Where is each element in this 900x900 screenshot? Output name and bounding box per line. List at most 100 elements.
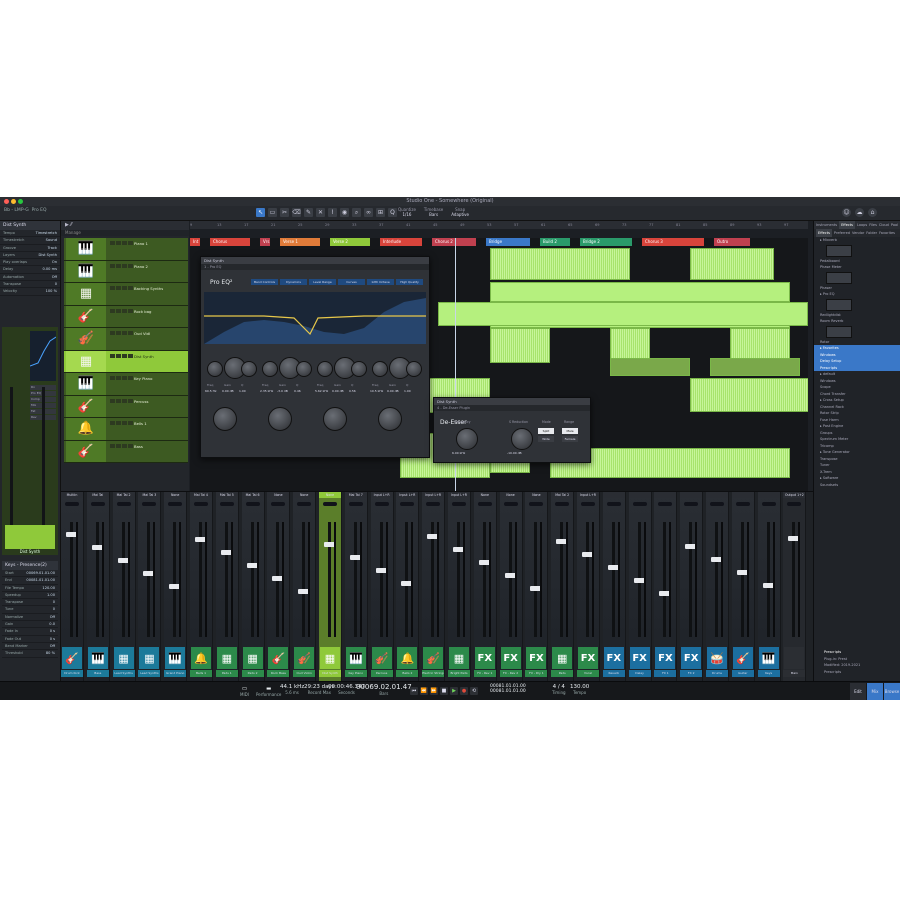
event-row[interactable]: Transpose 0: [2, 599, 58, 607]
strip-input-name[interactable]: Input L+R: [577, 492, 599, 498]
inspector-row[interactable]: Transpose 0: [0, 281, 60, 289]
strip-pan-knob[interactable]: [348, 502, 363, 506]
pro-eq-knob[interactable]: [351, 361, 367, 377]
arranger-section[interactable]: Int 1: [190, 238, 200, 246]
arranger-section[interactable]: Verse 2: [330, 238, 370, 246]
mixer-channel-strip[interactable]: None ▦ Dist Synth: [319, 492, 342, 682]
mixer-channel-strip[interactable]: Input L+R ▦ Bright Pads: [448, 492, 471, 682]
strip-input-name[interactable]: Output 1+2: [783, 492, 806, 498]
record-button[interactable]: [122, 353, 127, 358]
pro-eq-knob[interactable]: [372, 361, 388, 377]
strip-channel-name[interactable]: Dist Synth: [319, 670, 341, 677]
strip-pan-knob[interactable]: [529, 502, 544, 506]
solo-button[interactable]: [116, 443, 121, 448]
zoom-icon[interactable]: ⌕: [352, 208, 361, 217]
inspector-row[interactable]: Groove Track: [0, 245, 60, 252]
snap-icon[interactable]: ⊞: [376, 208, 385, 217]
mixer-channel-strip[interactable]: 🥁 Drums: [706, 492, 729, 682]
strip-input-name[interactable]: [654, 492, 677, 498]
channel-instrument-icon[interactable]: [5, 525, 55, 549]
record-button[interactable]: [122, 263, 127, 268]
strip-channel-name[interactable]: Reverb: [602, 670, 625, 677]
strip-pan-knob[interactable]: [168, 502, 183, 506]
strip-input-name[interactable]: None: [525, 492, 548, 498]
arranger-section[interactable]: Chorus 3: [642, 238, 704, 246]
strip-input-name[interactable]: Mai Tai 2: [112, 492, 135, 498]
strip-input-name[interactable]: Input L+R: [370, 492, 393, 498]
monitor-button[interactable]: [128, 286, 133, 290]
browser-tab-loops[interactable]: Loops: [857, 221, 867, 229]
event-row[interactable]: Start 00069.01.01.00: [2, 570, 58, 578]
strip-pan-knob[interactable]: [581, 502, 595, 506]
monitor-button[interactable]: [128, 443, 133, 448]
strip-input-name[interactable]: Mai Tai 5: [215, 492, 238, 498]
de-esser-range-button[interactable]: Male: [562, 428, 578, 434]
strip-pan-knob[interactable]: [374, 502, 389, 506]
solo-button[interactable]: [116, 398, 121, 403]
paint-icon[interactable]: ✎: [304, 208, 313, 217]
monitor-button[interactable]: [128, 263, 133, 268]
mute-button[interactable]: [110, 376, 115, 380]
strip-channel-name[interactable]: Key Piano: [344, 670, 367, 677]
browser-subtab-folder[interactable]: Folder: [866, 229, 877, 237]
strip-pan-knob[interactable]: [787, 502, 802, 506]
track-row[interactable]: 🎸 Rock bag: [64, 305, 188, 328]
strip-pan-knob[interactable]: [297, 502, 312, 506]
mixer-channel-strip[interactable]: None 🎹 Grand Piano: [164, 492, 188, 682]
monitor-button[interactable]: [128, 331, 133, 335]
event-row[interactable]: Normalize Off: [2, 614, 58, 622]
pro-eq-option-button[interactable]: Dynamics: [280, 279, 307, 285]
toolbar-param-0[interactable]: Quantize 1/16: [398, 207, 416, 217]
strip-pan-knob[interactable]: [684, 502, 699, 506]
channel-volume-fader[interactable]: [10, 387, 13, 527]
pro-eq-knob[interactable]: [296, 361, 312, 377]
strip-channel-name[interactable]: Grand Piano: [164, 670, 187, 677]
pro-eq-knob[interactable]: [207, 361, 223, 377]
browser-subtab-vendor[interactable]: Vendor: [852, 229, 864, 237]
track-row[interactable]: ▦ Dist Synth: [64, 350, 188, 373]
browser-tab-pool[interactable]: Pool: [891, 221, 898, 229]
strip-pan-knob[interactable]: [555, 502, 570, 506]
mute-button[interactable]: [110, 286, 115, 290]
mixer-channel-strip[interactable]: Output 1+2 Main: [783, 492, 807, 682]
close-window-button[interactable]: [4, 199, 9, 204]
arranger-section[interactable]: Bridge 2: [580, 238, 632, 246]
strip-channel-name[interactable]: FX - Rev 1: [473, 670, 496, 677]
strip-input-name[interactable]: Multiin: [61, 492, 83, 498]
track-row[interactable]: 🎹 Piano 2: [64, 260, 188, 283]
mute-button[interactable]: [110, 331, 115, 335]
range-icon[interactable]: ▭: [268, 208, 277, 217]
solo-button[interactable]: [116, 286, 121, 290]
strip-input-name[interactable]: Input L+R: [396, 492, 419, 498]
pro-eq-option-button[interactable]: Level Range: [309, 279, 336, 285]
solo-button[interactable]: [116, 353, 121, 358]
time-signature[interactable]: 4 / 4 Timing: [552, 684, 566, 695]
strip-input-name[interactable]: None: [293, 492, 316, 498]
track-row[interactable]: 🔔 Bells 1: [64, 418, 188, 441]
strip-channel-name[interactable]: Pads 2: [241, 670, 264, 677]
loop-range[interactable]: 00081.01.01.00 00081.01.01.00: [490, 684, 526, 694]
mixer-channel-strip[interactable]: Mai Tai 3 ▦ Lead Synths: [138, 492, 162, 682]
audio-clip[interactable]: [438, 302, 808, 326]
stop-icon[interactable]: ■: [440, 687, 448, 695]
strip-input-name[interactable]: [628, 492, 651, 498]
arranger-section[interactable]: Chorus 2: [432, 238, 476, 246]
record-button[interactable]: [122, 421, 127, 425]
mixer-channel-strip[interactable]: Mai Tai 5 ▦ Pads 1: [215, 492, 239, 682]
strip-channel-name[interactable]: FX - Rev 2: [499, 670, 522, 677]
pro-eq-option-button[interactable]: High Quality: [396, 279, 423, 285]
de-esser-knob[interactable]: [511, 428, 533, 450]
monitor-button[interactable]: [128, 241, 133, 245]
strip-channel-name[interactable]: Delay: [628, 670, 651, 677]
strip-pan-knob[interactable]: [65, 502, 79, 506]
cloud-icon[interactable]: ☁: [855, 208, 864, 217]
strip-channel-name[interactable]: Electric Strings: [422, 670, 445, 677]
record-button[interactable]: [122, 308, 127, 313]
monitor-button[interactable]: [128, 353, 133, 358]
inspector-row[interactable]: Layers Dist Synth: [0, 252, 60, 260]
event-row[interactable]: Bend Marker Off: [2, 643, 58, 651]
event-row[interactable]: Threshold 80 %: [2, 650, 58, 658]
arranger-section[interactable]: Build 2: [540, 238, 570, 246]
strip-pan-knob[interactable]: [426, 502, 441, 506]
event-row[interactable]: Fade Out 0 s: [2, 636, 58, 643]
